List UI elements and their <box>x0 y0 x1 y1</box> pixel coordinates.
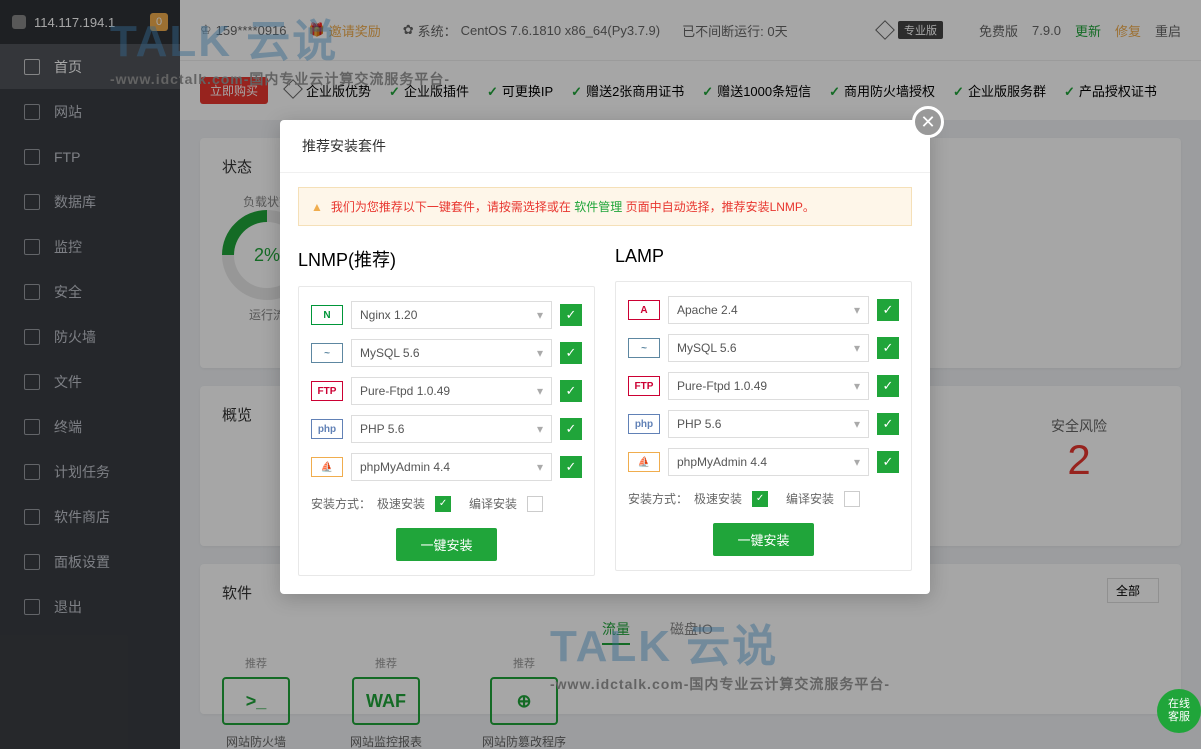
package-row: ⛵ phpMyAdmin 4.4 ✓ <box>628 448 899 476</box>
lamp-col: LAMP A Apache 2.4 ✓ ~ MySQL 5.6 ✓ FTP Pure-Ftpd… <box>615 240 912 576</box>
lnmp-col: LNMP(推荐) N Nginx 1.20 ✓ ~ MySQL 5.6 ✓ FTP Pure-… <box>298 240 595 576</box>
package-row: FTP Pure-Ftpd 1.0.49 ✓ <box>628 372 899 400</box>
pkg-icon: php <box>311 419 343 439</box>
checkbox-icon[interactable]: ✓ <box>560 380 582 402</box>
checkbox-checked[interactable]: ✓ <box>435 496 451 512</box>
package-row: ⛵ phpMyAdmin 4.4 ✓ <box>311 453 582 481</box>
package-row: FTP Pure-Ftpd 1.0.49 ✓ <box>311 377 582 405</box>
install-button[interactable]: 一键安装 <box>396 528 496 561</box>
checkbox-icon[interactable]: ✓ <box>877 413 899 435</box>
install-button[interactable]: 一键安装 <box>713 523 813 556</box>
install-mode-row: 安装方式：极速安装✓编译安装 <box>311 495 582 512</box>
pkg-icon: A <box>628 300 660 320</box>
checkbox-checked[interactable]: ✓ <box>752 491 768 507</box>
lamp-heading: LAMP <box>615 246 912 267</box>
version-select[interactable]: Pure-Ftpd 1.0.49 <box>668 372 869 400</box>
checkbox-empty[interactable] <box>844 491 860 507</box>
checkbox-empty[interactable] <box>527 496 543 512</box>
modal-title: 推荐安装套件 <box>280 120 930 173</box>
package-row: A Apache 2.4 ✓ <box>628 296 899 324</box>
checkbox-icon[interactable]: ✓ <box>877 299 899 321</box>
fast-install[interactable]: 极速安装 <box>694 490 742 507</box>
pkg-icon: ~ <box>311 343 343 363</box>
lnmp-heading: LNMP(推荐) <box>298 246 595 272</box>
install-mode-row: 安装方式：极速安装✓编译安装 <box>628 490 899 507</box>
pkg-icon: ⛵ <box>311 457 343 477</box>
pkg-icon: N <box>311 305 343 325</box>
pkg-icon: php <box>628 414 660 434</box>
package-row: N Nginx 1.20 ✓ <box>311 301 582 329</box>
version-select[interactable]: phpMyAdmin 4.4 <box>351 453 552 481</box>
package-row: php PHP 5.6 ✓ <box>628 410 899 438</box>
install-modal: ✕ 推荐安装套件 ▲ 我们为您推荐以下一键套件，请按需选择或在 软件管理 页面中… <box>280 120 930 594</box>
version-select[interactable]: Apache 2.4 <box>668 296 869 324</box>
checkbox-icon[interactable]: ✓ <box>560 304 582 326</box>
close-icon[interactable]: ✕ <box>912 106 944 138</box>
online-service-button[interactable]: 在线 客服 <box>1157 689 1201 733</box>
warning-icon: ▲ <box>311 200 323 214</box>
checkbox-icon[interactable]: ✓ <box>560 342 582 364</box>
checkbox-icon[interactable]: ✓ <box>877 375 899 397</box>
compile-install[interactable]: 编译安装 <box>469 495 517 512</box>
version-select[interactable]: PHP 5.6 <box>668 410 869 438</box>
pkg-icon: ⛵ <box>628 452 660 472</box>
pkg-icon: ~ <box>628 338 660 358</box>
package-row: ~ MySQL 5.6 ✓ <box>628 334 899 362</box>
checkbox-icon[interactable]: ✓ <box>560 418 582 440</box>
version-select[interactable]: Pure-Ftpd 1.0.49 <box>351 377 552 405</box>
version-select[interactable]: phpMyAdmin 4.4 <box>668 448 869 476</box>
version-select[interactable]: Nginx 1.20 <box>351 301 552 329</box>
warn-bar: ▲ 我们为您推荐以下一键套件，请按需选择或在 软件管理 页面中自动选择，推荐安装… <box>298 187 912 226</box>
checkbox-icon[interactable]: ✓ <box>560 456 582 478</box>
version-select[interactable]: PHP 5.6 <box>351 415 552 443</box>
checkbox-icon[interactable]: ✓ <box>877 451 899 473</box>
version-select[interactable]: MySQL 5.6 <box>668 334 869 362</box>
pkg-icon: FTP <box>311 381 343 401</box>
compile-install[interactable]: 编译安装 <box>786 490 834 507</box>
pkg-icon: FTP <box>628 376 660 396</box>
version-select[interactable]: MySQL 5.6 <box>351 339 552 367</box>
package-row: php PHP 5.6 ✓ <box>311 415 582 443</box>
package-row: ~ MySQL 5.6 ✓ <box>311 339 582 367</box>
fast-install[interactable]: 极速安装 <box>377 495 425 512</box>
checkbox-icon[interactable]: ✓ <box>877 337 899 359</box>
